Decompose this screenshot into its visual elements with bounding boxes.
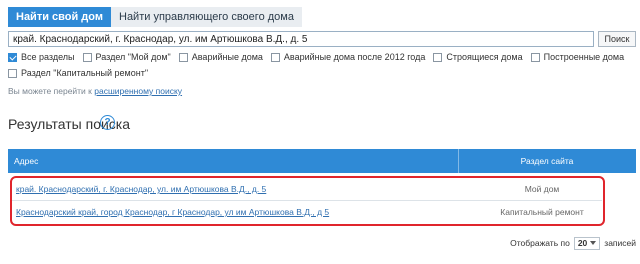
page-size-suffix: записей (604, 238, 636, 248)
address-search-input[interactable] (8, 31, 594, 47)
filter-line-1: Все разделы Раздел "Мой дом" Аварийные д… (8, 51, 624, 63)
filter-under-construction[interactable]: Строящиеся дома (433, 52, 523, 62)
chevron-down-icon (590, 241, 597, 245)
advanced-search-link[interactable]: расширенному поиску (94, 86, 182, 96)
address-link[interactable]: край. Краснодарский, г. Краснодар, ул. и… (16, 184, 266, 194)
filter-line-2: Раздел "Капитальный ремонт" (8, 67, 608, 79)
checkbox[interactable] (530, 52, 540, 62)
filter-label: Все разделы (21, 52, 75, 62)
table-row: Краснодарский край, город Краснодар, г К… (12, 200, 602, 222)
search-button[interactable]: Поиск (598, 31, 636, 47)
filter-built-houses[interactable]: Построенные дома (530, 52, 625, 62)
filter-label: Построенные дома (543, 52, 625, 62)
table-row: край. Краснодарский, г. Краснодар, ул. и… (12, 178, 602, 200)
checkbox[interactable] (8, 68, 17, 78)
filter-label: Аварийные дома после 2012 года (283, 52, 426, 62)
advanced-search-prefix: Вы можете перейти к (8, 86, 95, 96)
filter-all-sections[interactable]: Все разделы (8, 52, 75, 62)
filter-emergency-after-2012[interactable]: Аварийные дома после 2012 года (270, 52, 426, 62)
page-size-select[interactable]: 20 (573, 236, 601, 250)
filter-label: Аварийные дома (191, 52, 263, 62)
filter-emergency-houses[interactable]: Аварийные дома (178, 52, 263, 62)
section-value: Капитальный ремонт (500, 207, 584, 217)
search-tabs: Найти свой дом Найти управляющего своего… (8, 7, 302, 27)
search-row: Поиск (8, 31, 636, 47)
filter-label: Раздел "Капитальный ремонт" (21, 68, 149, 78)
checkbox[interactable] (178, 52, 188, 62)
filter-capital-repair[interactable]: Раздел "Капитальный ремонт" (8, 68, 148, 78)
checkbox[interactable] (433, 52, 443, 62)
address-link[interactable]: Краснодарский край, город Краснодар, г К… (16, 207, 329, 217)
advanced-search-hint: Вы можете перейти к расширенному поиску (8, 86, 182, 96)
filter-my-house[interactable]: Раздел "Мой дом" (82, 52, 171, 62)
page-size-value: 20 (577, 238, 588, 248)
filter-label: Раздел "Мой дом" (95, 52, 171, 62)
checkbox[interactable] (82, 52, 92, 62)
highlighted-results: край. Краснодарский, г. Краснодар, ул. и… (10, 176, 605, 226)
column-header-address: Адрес (14, 156, 39, 166)
tab-find-manager[interactable]: Найти управляющего своего дома (111, 7, 302, 27)
filter-label: Строящиеся дома (446, 52, 523, 62)
checkbox[interactable] (270, 52, 280, 62)
question-circle-icon[interactable]: ? (100, 115, 115, 130)
page-size-control: Отображать по 20 записей (510, 236, 636, 250)
tab-find-house[interactable]: Найти свой дом (8, 7, 111, 27)
section-filters: Все разделы Раздел "Мой дом" Аварийные д… (8, 51, 624, 83)
page-size-prefix: Отображать по (510, 238, 570, 248)
results-table-header: Адрес Раздел сайта (8, 149, 636, 173)
column-header-section: Раздел сайта (520, 156, 574, 166)
section-value: Мой дом (524, 184, 560, 194)
checkbox-checked[interactable] (8, 52, 17, 62)
